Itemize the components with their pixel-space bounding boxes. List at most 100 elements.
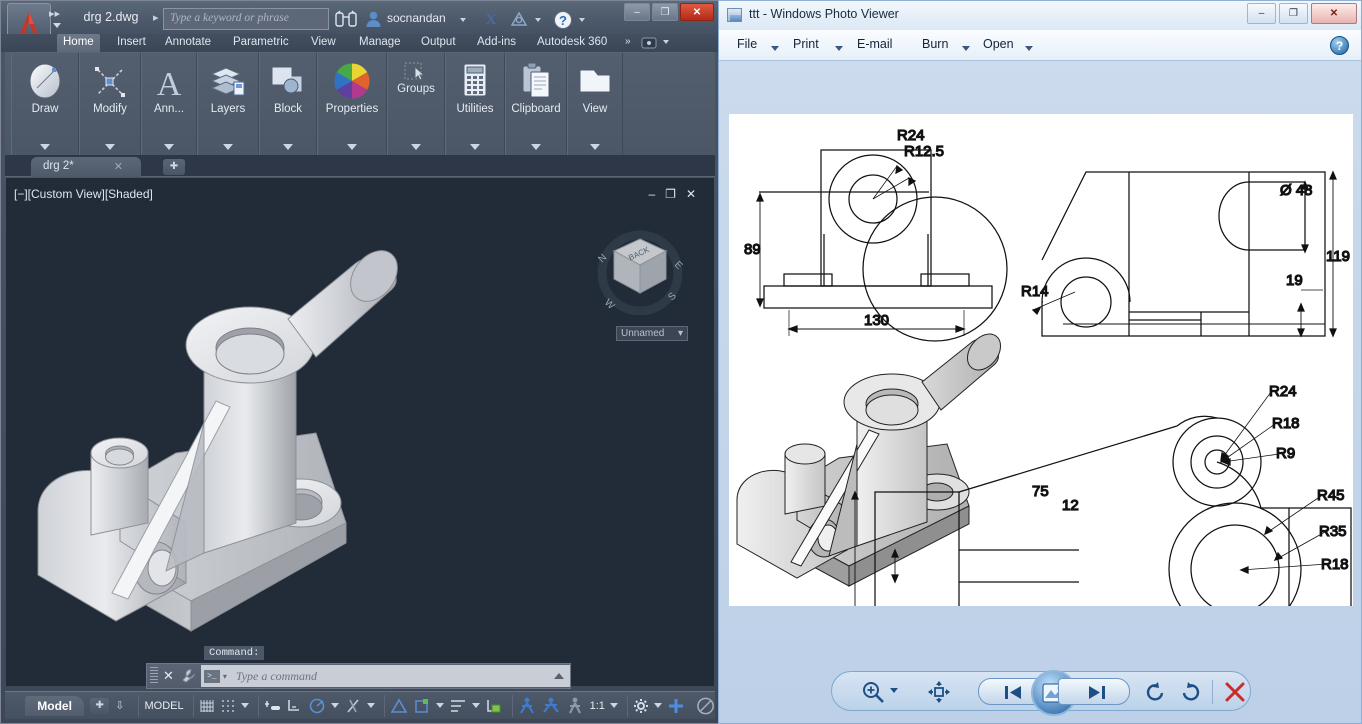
polar-settings-caret[interactable]: [331, 703, 339, 708]
ucs-selector[interactable]: Unnamed ▾: [616, 326, 688, 341]
fit-to-window-icon[interactable]: [928, 681, 950, 703]
menu-file[interactable]: File: [737, 37, 757, 51]
ribbon-panel-clipboard[interactable]: Clipboard: [505, 53, 567, 156]
chevron-down-icon[interactable]: ▾: [223, 672, 227, 681]
search-expand-arrow[interactable]: ▸: [153, 11, 159, 24]
dynamic-ucs-icon[interactable]: [485, 698, 503, 714]
command-prompt-icon[interactable]: >_: [204, 670, 220, 683]
ribbon-minimize-icon[interactable]: [641, 37, 657, 49]
new-drawing-tab-icon[interactable]: ✚: [163, 159, 185, 175]
minimize-button[interactable]: –: [624, 3, 650, 21]
ribbon-tab-addins[interactable]: Add-ins: [471, 34, 522, 52]
viewport-close-icon[interactable]: ✕: [686, 187, 706, 201]
chevron-down-icon[interactable]: [771, 46, 779, 51]
workspace-settings-icon[interactable]: [633, 698, 649, 714]
user-account-icon[interactable]: [365, 10, 382, 28]
otrack-settings-caret[interactable]: [472, 703, 480, 708]
annotation-scale[interactable]: 1:1: [590, 700, 605, 712]
infer-constraints-icon[interactable]: [264, 698, 281, 714]
autodesk-exchange-icon[interactable]: X: [481, 10, 501, 28]
drawing-viewport[interactable]: [−][Custom View][Shaded] –❐✕ N E S W BAC…: [6, 178, 714, 686]
panel-expand-caret[interactable]: [590, 144, 600, 150]
osnap-settings-caret[interactable]: [436, 703, 444, 708]
viewport-minimize-icon[interactable]: –: [648, 187, 665, 201]
wrench-icon[interactable]: [180, 668, 196, 684]
zoom-icon[interactable]: [862, 681, 884, 703]
ribbon-tab-view[interactable]: View: [305, 34, 342, 52]
command-line[interactable]: ✕ >_ ▾ Type a command: [146, 663, 571, 689]
panel-expand-caret[interactable]: [105, 144, 115, 150]
panel-expand-caret[interactable]: [411, 144, 421, 150]
maximize-button[interactable]: ❐: [652, 3, 678, 21]
file-tab-drg2[interactable]: drg 2* ✕: [31, 157, 141, 177]
customization-icon[interactable]: [667, 697, 685, 715]
help-menu-caret[interactable]: [579, 18, 585, 22]
grid-display-icon[interactable]: [199, 698, 215, 714]
isolate-objects-icon[interactable]: [696, 696, 715, 716]
plus-icon[interactable]: ✚: [90, 698, 109, 714]
binoculars-icon[interactable]: [335, 10, 357, 28]
ribbon-panel-layers[interactable]: Layers: [197, 53, 259, 156]
menu-burn[interactable]: Burn: [922, 37, 948, 51]
object-snap-icon[interactable]: [390, 698, 408, 714]
object-snap-tracking-icon[interactable]: [449, 698, 467, 714]
ribbon-panel-modify[interactable]: Modify: [79, 53, 141, 156]
quick-access-toolbar-expand[interactable]: ▸▸: [49, 7, 60, 20]
ribbon-panel-utilities[interactable]: Utilities: [445, 53, 505, 156]
ribbon-tab-home[interactable]: Home: [57, 34, 100, 52]
help-question-icon[interactable]: ?: [1330, 36, 1349, 55]
ribbon-tab-autodesk360[interactable]: Autodesk 360: [531, 34, 613, 52]
delete-icon[interactable]: [1224, 681, 1246, 703]
user-name[interactable]: socnandan: [387, 11, 446, 25]
ribbon-panel-annotate[interactable]: A Ann...: [141, 53, 197, 156]
close-icon[interactable]: ✕: [163, 668, 174, 684]
viewport-restore-icon[interactable]: ❐: [665, 187, 686, 201]
chevron-down-icon[interactable]: [835, 46, 843, 51]
ribbon-tab-manage[interactable]: Manage: [353, 34, 407, 52]
annotation-visibility-icon[interactable]: [542, 697, 561, 714]
annotation-autoscale-icon[interactable]: [566, 697, 585, 714]
image-canvas[interactable]: 89 130 R24 R12.5: [729, 114, 1353, 606]
user-menu-caret[interactable]: [460, 18, 466, 22]
zoom-dropdown-caret[interactable]: [890, 688, 898, 693]
ribbon-tab-output[interactable]: Output: [415, 34, 462, 52]
chevron-down-icon[interactable]: [1025, 46, 1033, 51]
question-mark-icon[interactable]: ?: [553, 10, 573, 30]
rotate-clockwise-icon[interactable]: [1180, 681, 1202, 703]
panel-expand-caret[interactable]: [470, 144, 480, 150]
snap-mode-icon[interactable]: [220, 698, 236, 714]
minimize-button[interactable]: –: [1247, 3, 1276, 24]
ribbon-panel-properties[interactable]: Properties: [317, 53, 387, 156]
maximize-button[interactable]: ❐: [1279, 3, 1308, 24]
ribbon-tab-insert[interactable]: Insert: [111, 34, 152, 52]
dynamic-input-icon[interactable]: [286, 698, 303, 714]
next-image-button[interactable]: [1058, 678, 1130, 705]
command-line-grip[interactable]: [150, 667, 158, 685]
ortho-mode-icon[interactable]: [344, 698, 362, 714]
ribbon-panel-groups[interactable]: Groups: [387, 53, 445, 156]
menu-open[interactable]: Open: [983, 37, 1014, 51]
ribbon-tab-annotate[interactable]: Annotate: [159, 34, 217, 52]
ribbon-overflow-icon[interactable]: »: [619, 34, 637, 52]
ribbon-tab-parametric[interactable]: Parametric: [227, 34, 295, 52]
menu-print[interactable]: Print: [793, 37, 819, 51]
panel-expand-caret[interactable]: [223, 144, 233, 150]
viewcube[interactable]: N E S W BACK: [594, 223, 686, 315]
polar-tracking-icon[interactable]: [308, 698, 326, 714]
rotate-counterclockwise-icon[interactable]: [1144, 681, 1166, 703]
viewport-label[interactable]: [−][Custom View][Shaded]: [14, 187, 153, 201]
scale-list-caret[interactable]: [610, 703, 618, 708]
snap-settings-caret[interactable]: [241, 703, 249, 708]
share-menu-caret[interactable]: [535, 18, 541, 22]
ribbon-panel-block[interactable]: Block: [259, 53, 317, 156]
ribbon-panel-draw[interactable]: Draw: [11, 53, 79, 156]
close-button[interactable]: ✕: [680, 3, 714, 21]
ribbon-panel-view[interactable]: View: [567, 53, 623, 156]
command-input[interactable]: >_ ▾ Type a command: [201, 665, 570, 687]
panel-expand-caret[interactable]: [283, 144, 293, 150]
chevron-down-icon[interactable]: [962, 46, 970, 51]
panel-expand-caret[interactable]: [40, 144, 50, 150]
3d-object-snap-icon[interactable]: [413, 698, 431, 714]
chevron-down-icon[interactable]: ▾: [678, 328, 683, 339]
chevron-double-down-icon[interactable]: ⇩: [115, 699, 124, 712]
